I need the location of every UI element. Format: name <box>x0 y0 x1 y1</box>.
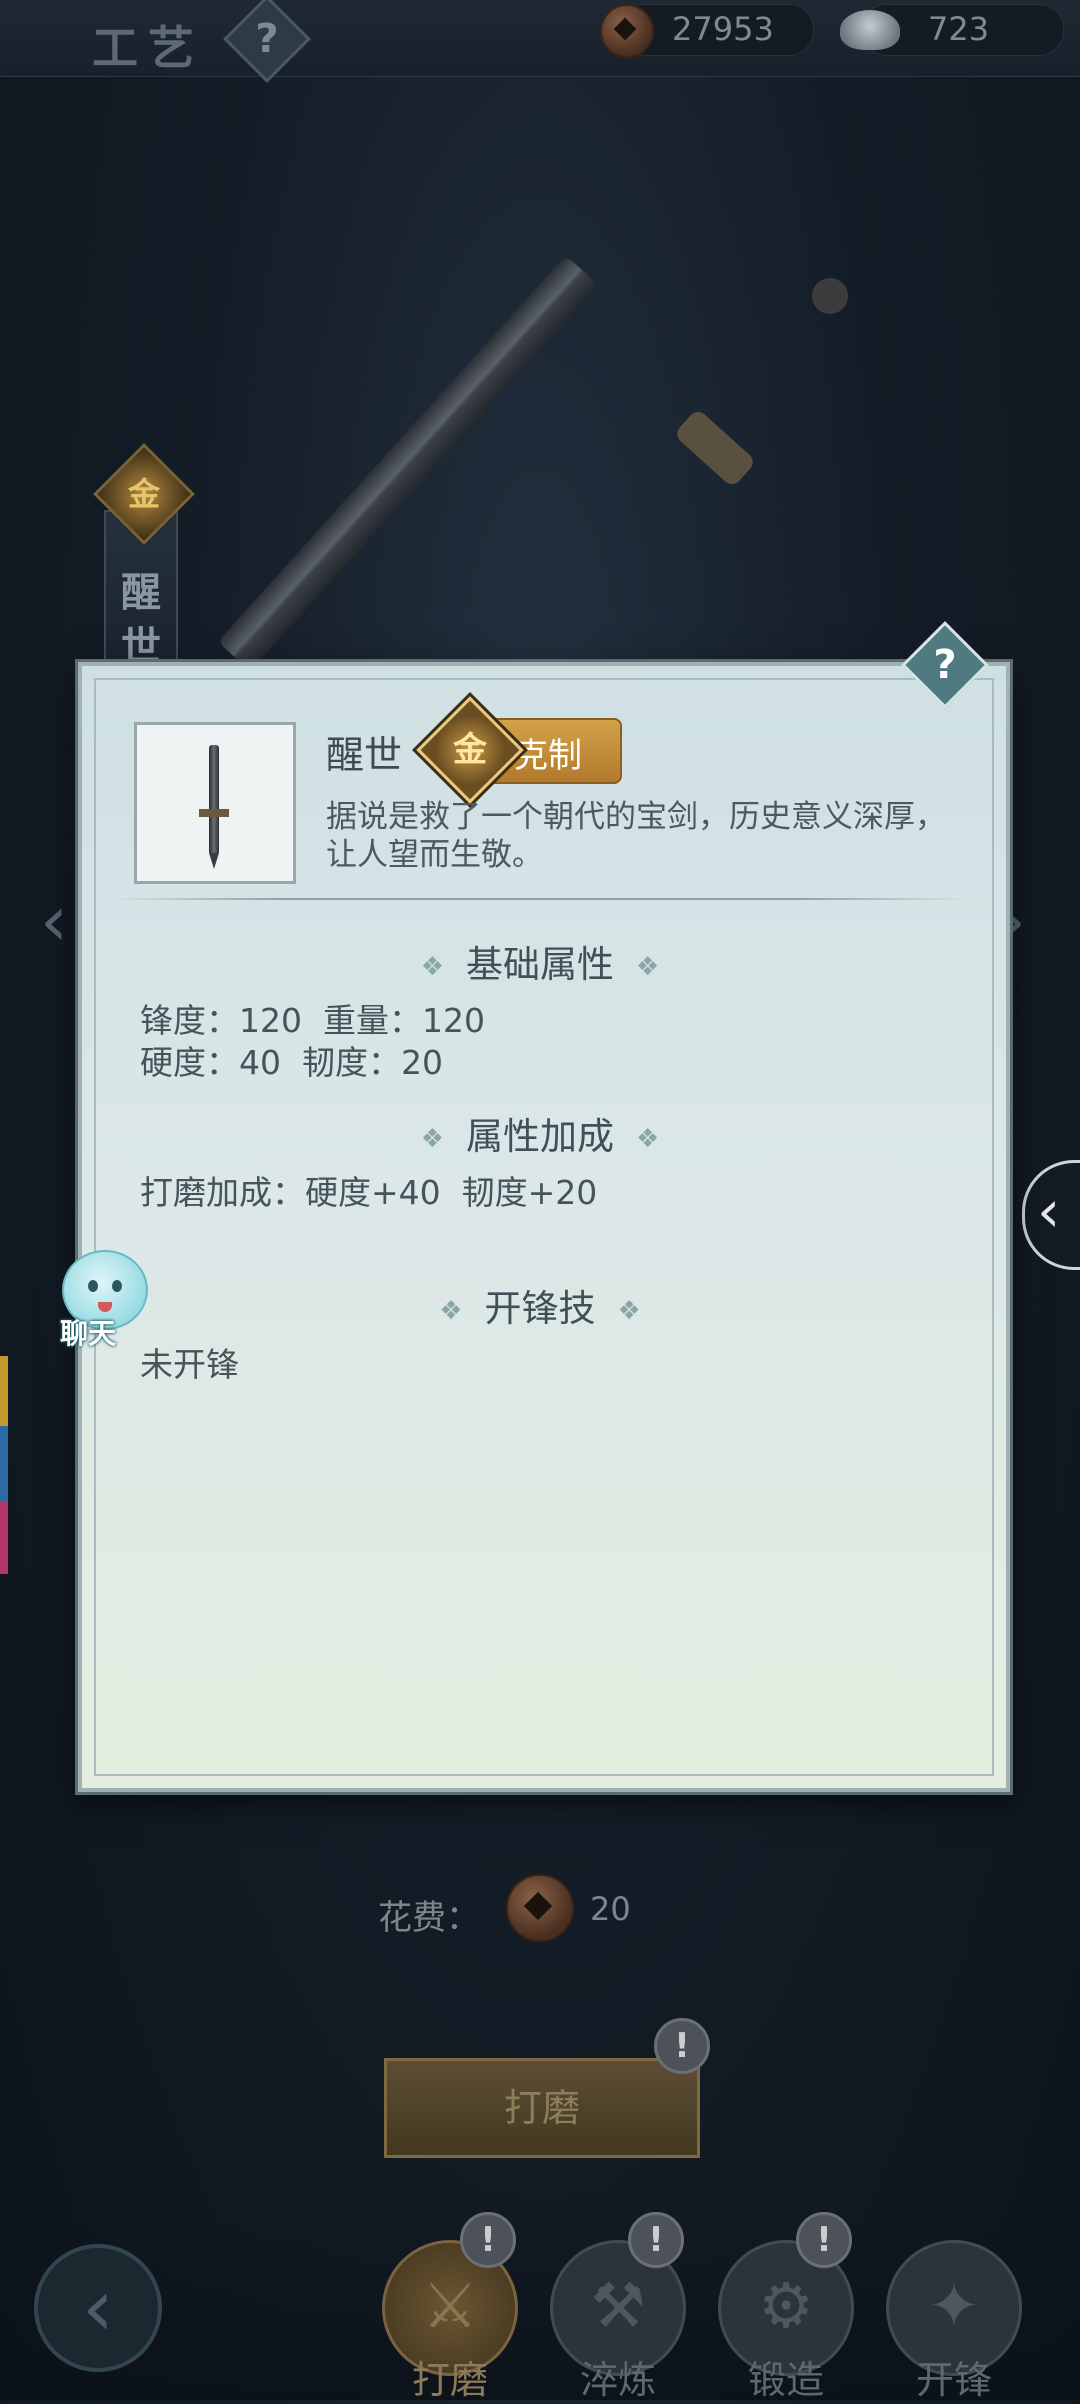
section-title-text: 属性加成 <box>466 1115 614 1158</box>
question-icon: ? <box>933 642 957 688</box>
nav-tab-label: 打磨 <box>411 2358 488 2402</box>
counter-tag-label: 克制 <box>514 736 582 776</box>
sword-thumbnail-tip <box>209 853 219 869</box>
side-color-strip-pink <box>0 1502 8 1574</box>
polish-button-label: 打磨 <box>503 2086 580 2130</box>
mascot-mouth <box>98 1302 112 1312</box>
diamond-ornament-icon: ❖ <box>439 1295 463 1326</box>
nav-tab-label: 开锋 <box>915 2358 992 2402</box>
side-color-strip-blue <box>0 1426 8 1502</box>
chevron-left-icon: ‹ <box>1037 1177 1061 1245</box>
polish-button[interactable]: 打磨 <box>384 2058 700 2158</box>
nav-tab-label: 淬炼 <box>579 2358 656 2402</box>
section-title-text: 基础属性 <box>466 943 614 986</box>
gold-grade-text: 金 <box>127 475 160 513</box>
alert-mark: ! <box>648 2220 664 2260</box>
sharpen-skill-status: 未开锋 <box>140 1345 239 1384</box>
weapon-thumbnail <box>134 722 296 884</box>
alert-badge-icon: ! <box>796 2212 852 2268</box>
section-title-attribute-bonus: ❖ 属性加成 ❖ <box>78 1106 1002 1160</box>
page-title: 工艺 <box>92 21 204 75</box>
polish-icon: ⚔ <box>422 2269 478 2342</box>
weapon-name-banner-text: 醒世 <box>121 569 161 670</box>
mascot-eye <box>88 1280 98 1292</box>
diamond-ornament-icon: ❖ <box>617 1295 641 1326</box>
temper-icon: ⚒ <box>590 2269 646 2342</box>
sword-thumbnail-blade <box>209 745 219 855</box>
section-title-sharpen-skill: ❖ 开锋技 ❖ <box>78 1278 1002 1332</box>
sword-pommel-artwork <box>812 278 848 314</box>
diamond-ornament-icon: ❖ <box>636 1123 660 1154</box>
silver-count: 723 <box>928 10 990 48</box>
alert-mark: ! <box>816 2220 832 2260</box>
sword-guard-artwork <box>673 407 757 489</box>
alert-badge-icon: ! <box>628 2212 684 2268</box>
section-title-base-attributes: ❖ 基础属性 ❖ <box>78 934 1002 988</box>
forge-icon: ⚙ <box>758 2269 814 2342</box>
cost-label: 花费： <box>378 1898 480 1938</box>
sword-thumbnail-guard <box>199 809 229 817</box>
back-arrow-icon: ‹ <box>82 2261 114 2354</box>
chat-label: 聊天 <box>60 1317 117 1350</box>
alert-badge-icon: ! <box>654 2018 710 2074</box>
nav-tab-label: 锻造 <box>747 2358 824 2402</box>
previous-weapon-arrow-icon[interactable]: ‹ <box>40 880 68 962</box>
panel-divider <box>110 898 970 900</box>
coin-icon <box>506 1874 574 1942</box>
diamond-ornament-icon: ❖ <box>636 951 660 982</box>
side-color-strip-gold <box>0 1356 8 1426</box>
back-button[interactable]: ‹ <box>34 2244 162 2372</box>
silver-ingot-icon <box>840 10 900 50</box>
weapon-name: 醒世 <box>326 733 403 777</box>
question-icon: ? <box>255 15 279 62</box>
alert-mark: ! <box>480 2220 496 2260</box>
stat-line-polish-bonus: 打磨加成：硬度+40 韧度+20 <box>140 1173 598 1212</box>
diamond-ornament-icon: ❖ <box>420 1123 444 1154</box>
nav-tab-sharpen[interactable]: ✦ 开锋 <box>886 2240 1022 2402</box>
sword-artwork <box>217 255 599 672</box>
mascot-eye <box>112 1280 122 1292</box>
diamond-ornament-icon: ❖ <box>420 951 444 982</box>
weapon-description: 据说是救了一个朝代的宝剑，历史意义深厚，让人望而生敬。 <box>326 799 946 873</box>
coin-count: 27953 <box>672 10 774 48</box>
section-title-text: 开锋技 <box>484 1287 596 1330</box>
coin-icon <box>600 4 654 58</box>
stat-line-sharpness-weight: 锋度：120 重量：120 <box>140 1001 485 1040</box>
alert-badge-icon: ! <box>460 2212 516 2268</box>
cost-value: 20 <box>590 1890 631 1928</box>
side-drawer-tab[interactable]: ‹ <box>1022 1160 1080 1270</box>
alert-mark: ! <box>674 2026 690 2066</box>
gold-grade-badge-text: 金 <box>453 730 487 770</box>
chat-button[interactable]: 聊天 <box>44 1246 148 1350</box>
stat-line-hardness-toughness: 硬度：40 韧度：20 <box>140 1043 443 1082</box>
sharpen-icon: ✦ <box>928 2269 980 2342</box>
